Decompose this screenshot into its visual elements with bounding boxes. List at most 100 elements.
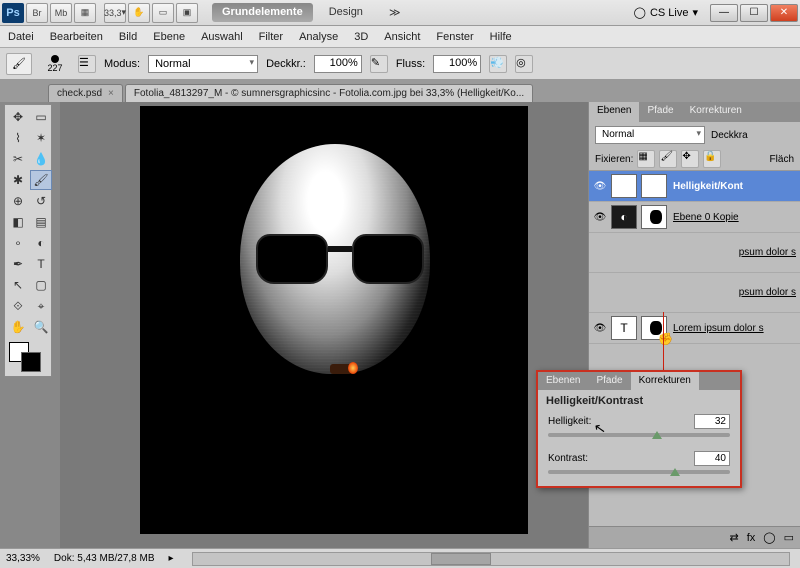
tool-preset-icon[interactable]: 🖌	[6, 53, 32, 75]
healing-tool[interactable]: ✱	[7, 170, 29, 190]
blur-tool[interactable]: ∘	[7, 233, 29, 253]
tab-korrekturen[interactable]: Korrekturen	[682, 102, 750, 122]
close-tab-icon[interactable]: ×	[108, 88, 114, 99]
menu-datei[interactable]: Datei	[8, 31, 34, 43]
quick-select-tool[interactable]: ✶	[30, 128, 52, 148]
layer-name[interactable]: Ebene 0 Kopie	[671, 212, 796, 223]
adj-tab-ebenen[interactable]: Ebenen	[538, 372, 588, 390]
adjustment-thumb[interactable]: ☀	[611, 174, 637, 198]
document-canvas[interactable]	[140, 106, 528, 534]
layer-fx-icon[interactable]: fx	[747, 532, 756, 544]
opacity-input[interactable]: 100%	[314, 55, 362, 73]
layer-name[interactable]: psum dolor s	[593, 247, 796, 258]
layer-name[interactable]: Helligkeit/Kont	[671, 181, 796, 192]
hand-tool[interactable]: ✋	[7, 317, 29, 337]
zoom-tool[interactable]: 🔍	[30, 317, 52, 337]
layer-blend-mode[interactable]: Normal	[595, 126, 705, 144]
menu-hilfe[interactable]: Hilfe	[490, 31, 512, 43]
view-extras-button[interactable]: ▦	[74, 3, 96, 23]
layer-mask-icon[interactable]: ◯	[763, 531, 775, 544]
menu-filter[interactable]: Filter	[259, 31, 283, 43]
layer-thumb[interactable]: ◐	[611, 205, 637, 229]
lock-position-icon[interactable]: ✥	[681, 150, 699, 168]
zoom-level-button[interactable]: 33,3 ▾	[104, 3, 126, 23]
tab-ebenen[interactable]: Ebenen	[589, 102, 639, 122]
menu-analyse[interactable]: Analyse	[299, 31, 338, 43]
path-select-tool[interactable]: ↖	[7, 275, 29, 295]
contrast-input[interactable]: 40	[694, 451, 730, 466]
horizontal-scrollbar[interactable]	[192, 552, 790, 566]
marquee-tool[interactable]: ▭	[30, 107, 52, 127]
minimize-button[interactable]: —	[710, 4, 738, 22]
visibility-icon[interactable]: 👁	[593, 212, 607, 223]
type-tool[interactable]: T	[30, 254, 52, 274]
cslive-dropdown-icon[interactable]: ▾	[692, 6, 698, 19]
menu-bearbeiten[interactable]: Bearbeiten	[50, 31, 103, 43]
flow-input[interactable]: 100%	[433, 55, 481, 73]
brush-preview[interactable]: 227	[40, 55, 70, 73]
gradient-tool[interactable]: ▤	[30, 212, 52, 232]
lock-all-icon[interactable]: 🔒	[703, 150, 721, 168]
document-info[interactable]: Dok: 5,43 MB/27,8 MB	[54, 553, 155, 564]
contrast-slider[interactable]	[548, 470, 730, 474]
visibility-icon[interactable]: 👁	[593, 181, 607, 192]
arrange-docs-button[interactable]: ▭	[152, 3, 174, 23]
menu-auswahl[interactable]: Auswahl	[201, 31, 243, 43]
brush-panel-toggle[interactable]: ☰	[78, 55, 96, 73]
zoom-percentage[interactable]: 33,33%	[6, 553, 40, 564]
move-tool[interactable]: ✥	[7, 107, 29, 127]
background-color[interactable]	[21, 352, 41, 372]
layer-row[interactable]: 👁 ◐ Ebene 0 Kopie	[589, 202, 800, 233]
document-tab[interactable]: check.psd×	[48, 84, 123, 102]
lasso-tool[interactable]: ⌇	[7, 128, 29, 148]
eraser-tool[interactable]: ◧	[7, 212, 29, 232]
new-group-icon[interactable]: ▭	[784, 531, 794, 544]
layer-name[interactable]: Lorem ipsum dolor s	[671, 323, 796, 334]
lock-pixels-icon[interactable]: 🖌	[659, 150, 677, 168]
link-layers-icon[interactable]: ⇄	[730, 531, 739, 544]
visibility-icon[interactable]: 👁	[593, 323, 607, 334]
layer-name[interactable]: psum dolor s	[593, 287, 796, 298]
screen-mode-button[interactable]: ▣	[176, 3, 198, 23]
tablet-pressure-icon[interactable]: ◎	[515, 55, 533, 73]
stamp-tool[interactable]: ⊕	[7, 191, 29, 211]
3d-camera-tool[interactable]: ⌖	[30, 296, 52, 316]
crop-tool[interactable]: ✂	[7, 149, 29, 169]
color-swatches[interactable]	[7, 342, 52, 374]
brush-tool[interactable]: 🖌	[30, 170, 52, 190]
pen-tool[interactable]: ✒	[7, 254, 29, 274]
airbrush-icon[interactable]: 💨	[489, 55, 507, 73]
menu-bild[interactable]: Bild	[119, 31, 137, 43]
document-tab[interactable]: Fotolia_4813297_M - © sumnersgraphicsinc…	[125, 84, 533, 102]
history-brush-tool[interactable]: ↺	[30, 191, 52, 211]
workspace-design[interactable]: Design	[319, 3, 373, 22]
layer-row[interactable]: 👁 T Lorem ipsum dolor s	[589, 313, 800, 344]
hand-tool-button[interactable]: ✋	[128, 3, 150, 23]
workspace-more[interactable]: ≫	[379, 3, 411, 22]
bridge-button[interactable]: Br	[26, 3, 48, 23]
menu-ansicht[interactable]: Ansicht	[384, 31, 420, 43]
dodge-tool[interactable]: ◐	[30, 233, 52, 253]
info-dropdown-icon[interactable]: ▸	[169, 553, 174, 564]
layer-mask-thumb[interactable]	[641, 174, 667, 198]
eyedropper-tool[interactable]: 💧	[30, 149, 52, 169]
shape-tool[interactable]: ▢	[30, 275, 52, 295]
minibridge-button[interactable]: Mb	[50, 3, 72, 23]
layer-row[interactable]: psum dolor s	[589, 233, 800, 273]
type-layer-thumb[interactable]: T	[611, 316, 637, 340]
layer-row[interactable]: psum dolor s	[589, 273, 800, 313]
workspace-grundelemente[interactable]: Grundelemente	[212, 3, 313, 22]
blend-mode-select[interactable]: Normal	[148, 55, 258, 73]
maximize-button[interactable]: ☐	[740, 4, 768, 22]
tab-pfade[interactable]: Pfade	[639, 102, 681, 122]
opacity-pressure-icon[interactable]: ✎	[370, 55, 388, 73]
3d-tool[interactable]: ⟐	[7, 296, 29, 316]
layer-mask-thumb[interactable]	[641, 205, 667, 229]
lock-transparency-icon[interactable]: ▦	[637, 150, 655, 168]
canvas-viewport[interactable]	[60, 102, 588, 548]
adj-tab-pfade[interactable]: Pfade	[588, 372, 630, 390]
cslive-button[interactable]: CS Live	[650, 7, 689, 19]
menu-fenster[interactable]: Fenster	[436, 31, 473, 43]
brightness-input[interactable]: 32	[694, 414, 730, 429]
layer-row[interactable]: 👁 ☀ Helligkeit/Kont	[589, 171, 800, 202]
